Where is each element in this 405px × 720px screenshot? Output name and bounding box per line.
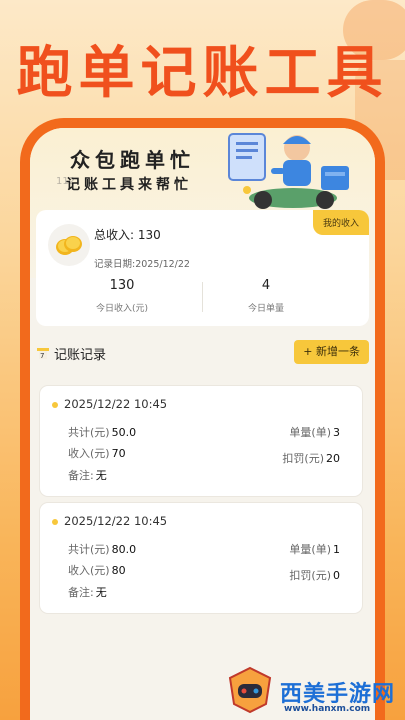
record-dot	[52, 402, 58, 408]
summary-card: 我的收入 总收入: 130 记录日期:2025/12/22 130 今日收入(元…	[36, 210, 369, 326]
watermark-url: www.hanxm.com	[284, 704, 371, 714]
record-date: 记录日期:2025/12/22	[94, 256, 190, 270]
record-orders-label: 单量(单)	[289, 426, 331, 439]
add-record-button[interactable]: + 新增一条	[294, 340, 369, 364]
app-subtitle: 记账工具来帮忙	[66, 177, 192, 193]
record-orders-label: 单量(单)	[289, 543, 331, 556]
record-penalty: 扣罚(元) 0	[289, 567, 340, 583]
record-note-label: 备注:	[68, 586, 94, 599]
record-datetime: 2025/12/22 10:45	[64, 514, 168, 528]
today-income-stat: 130 今日收入(元)	[42, 278, 202, 314]
record-total: 共计(元) 80.0	[68, 541, 136, 557]
record-dot	[52, 519, 58, 525]
records-header: 7 记账记录 + 新增一条	[36, 340, 369, 366]
today-income-value: 130	[109, 278, 135, 293]
record-date-value: 2025/12/22	[135, 259, 190, 270]
record-total: 共计(元) 50.0	[68, 424, 136, 440]
record-note: 备注: 无	[68, 584, 107, 600]
record-income-value: 80	[111, 564, 126, 577]
today-orders-label: 今日单量	[247, 304, 284, 314]
record-note: 备注: 无	[68, 467, 107, 483]
phone-frame: 众包跑单忙 112 记账工具来帮忙 我的收入 总收入: 130 记录日期:202…	[20, 118, 385, 720]
record-note-value: 无	[95, 586, 107, 599]
record-card[interactable]: 2025/12/22 10:45 共计(元) 80.0 单量(单) 1 收入(元) 8…	[40, 503, 362, 613]
record-income: 收入(元) 70	[68, 445, 126, 461]
promo-headline: 跑单记账工具	[16, 41, 389, 106]
record-income: 收入(元) 80	[68, 562, 126, 578]
coin-icon	[48, 224, 90, 266]
record-penalty-label: 扣罚(元)	[282, 452, 324, 465]
record-income-label: 收入(元)	[68, 447, 110, 460]
records-title: 记账记录	[54, 348, 107, 363]
record-penalty-value: 20	[326, 452, 340, 465]
record-orders: 单量(单) 3	[289, 424, 340, 440]
courier-illustration-icon	[228, 133, 349, 209]
record-note-value: 无	[95, 469, 107, 482]
record-penalty-value: 0	[333, 569, 340, 582]
record-penalty: 扣罚(元) 20	[282, 450, 340, 466]
record-income-label: 收入(元)	[68, 564, 110, 577]
record-orders-value: 3	[333, 426, 340, 439]
notebook-icon: 7	[37, 348, 49, 360]
my-income-badge[interactable]: 我的收入	[312, 210, 369, 235]
today-orders-value: 4	[261, 278, 271, 293]
record-total-value: 80.0	[111, 543, 137, 556]
record-total-label: 共计(元)	[68, 426, 110, 439]
record-total-label: 共计(元)	[68, 543, 110, 556]
record-card[interactable]: 2025/12/22 10:45 共计(元) 50.0 单量(单) 3 收入(元) 7…	[40, 386, 362, 496]
record-orders: 单量(单) 1	[289, 541, 340, 557]
today-income-label: 今日收入(元)	[95, 304, 149, 314]
watermark-logo-icon	[228, 666, 272, 714]
svg-text:7: 7	[40, 352, 44, 360]
record-total-value: 50.0	[111, 426, 137, 439]
record-datetime: 2025/12/22 10:45	[64, 397, 168, 411]
app-title: 众包跑单忙	[70, 148, 195, 172]
record-note-label: 备注:	[68, 469, 94, 482]
record-penalty-label: 扣罚(元)	[289, 569, 331, 582]
total-income: 总收入: 130	[94, 226, 161, 243]
total-income-label: 总收入:	[94, 228, 135, 242]
record-date-label: 记录日期:	[94, 259, 136, 270]
record-income-value: 70	[111, 447, 126, 460]
record-orders-value: 1	[333, 543, 340, 556]
today-orders-stat: 4 今日单量	[186, 278, 346, 314]
total-income-value: 130	[137, 228, 161, 242]
